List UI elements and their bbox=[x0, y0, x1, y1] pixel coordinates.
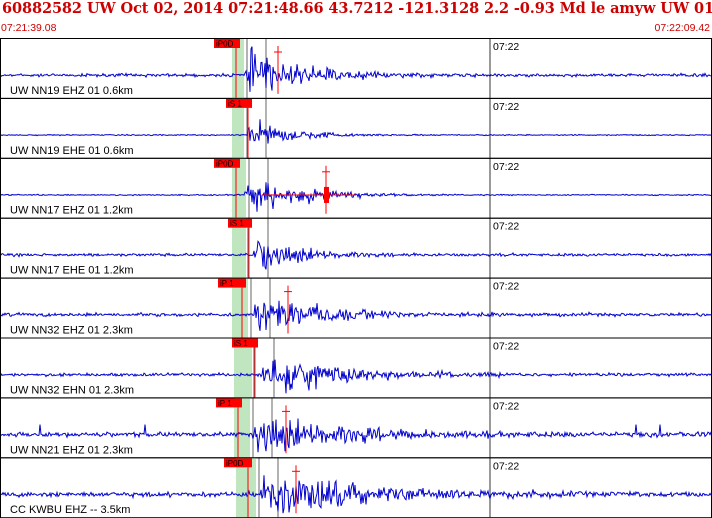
channel-label: UW NN17 EHZ 01 1.2km bbox=[10, 205, 133, 217]
seismogram-panel: 07:22 iP0D UW NN19 EHZ 01 0.6km 07:22 iS 1 UW… bbox=[0, 38, 712, 518]
phase-pick-label: iP0D bbox=[216, 159, 234, 168]
channel-row: 07:22 iP0D CC KWBU EHZ -- 3.5km bbox=[0, 457, 712, 518]
coda-marker-block bbox=[324, 186, 329, 203]
channel-row: 07:22 iP 1 UW NN32 EHZ 01 2.3km bbox=[0, 277, 712, 339]
waveform-trace bbox=[0, 119, 712, 144]
channel-row: 07:22 iP0D UW NN19 EHZ 01 0.6km bbox=[0, 38, 712, 99]
channel-row: 07:22 iS 1 UW NN19 EHE 01 0.6km bbox=[0, 97, 712, 159]
minute-tick-label: 07:22 bbox=[493, 281, 519, 293]
channel-label: UW NN19 EHZ 01 0.6km bbox=[10, 85, 133, 97]
phase-pick-label: iP0D bbox=[226, 459, 244, 468]
minute-tick-label: 07:22 bbox=[493, 221, 519, 233]
minute-tick-label: 07:22 bbox=[493, 341, 519, 353]
minute-tick-label: 07:22 bbox=[493, 161, 519, 173]
channel-row: 07:22 iS 1 UW NN17 EHE 01 1.2km bbox=[0, 217, 712, 279]
minute-tick-label: 07:22 bbox=[493, 101, 519, 113]
channel-row: 07:22 iS 1 UW NN32 EHN 01 2.3km bbox=[0, 337, 712, 399]
phase-pick-label: iS 1 bbox=[234, 339, 248, 348]
phase-pick-label: iS 1 bbox=[230, 219, 244, 228]
minute-tick-label: 07:22 bbox=[493, 460, 519, 472]
phase-pick-label: iP 1 bbox=[220, 279, 234, 288]
channel-row: 07:22 iP0D UW NN17 EHZ 01 1.2km bbox=[0, 157, 712, 219]
minute-tick-label: 07:22 bbox=[493, 400, 519, 412]
channel-label: UW NN32 EHZ 01 2.3km bbox=[10, 325, 133, 337]
phase-pick-label: iS 1 bbox=[228, 99, 242, 108]
channel-label: UW NN19 EHE 01 0.6km bbox=[10, 145, 133, 157]
channel-label: UW NN21 EHZ 01 2.3km bbox=[10, 444, 133, 456]
channel-row: 07:22 iP 1 UW NN21 EHZ 01 2.3km bbox=[0, 397, 712, 459]
minute-tick-label: 07:22 bbox=[493, 41, 519, 53]
channel-label: CC KWBU EHZ -- 3.5km bbox=[10, 504, 130, 516]
channel-label: UW NN32 EHN 01 2.3km bbox=[10, 384, 134, 396]
phase-pick-label: iP0D bbox=[216, 40, 234, 49]
phase-pick-label: iP 1 bbox=[218, 399, 232, 408]
channel-label: UW NN17 EHE 01 1.2km bbox=[10, 265, 133, 277]
